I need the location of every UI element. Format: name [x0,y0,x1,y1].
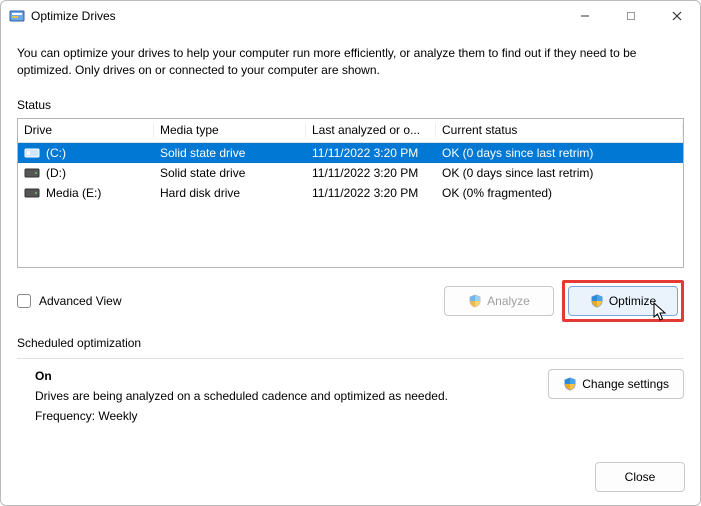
shield-icon [468,294,482,308]
drive-status: OK (0 days since last retrim) [436,166,683,180]
advanced-view-checkbox[interactable] [17,294,31,308]
titlebar: Optimize Drives [1,1,700,31]
change-settings-button[interactable]: Change settings [548,369,684,399]
shield-icon [563,377,577,391]
drive-last: 11/11/2022 3:20 PM [306,146,436,160]
column-header-last[interactable]: Last analyzed or o... [306,123,436,137]
optimize-label: Optimize [609,294,656,308]
drive-status: OK (0 days since last retrim) [436,146,683,160]
analyze-label: Analyze [487,294,530,308]
divider [17,358,684,359]
hdd-icon [24,167,40,179]
drive-last: 11/11/2022 3:20 PM [306,186,436,200]
close-button[interactable]: Close [595,462,685,492]
minimize-button[interactable] [562,1,608,31]
description-text: You can optimize your drives to help you… [17,45,684,80]
drive-media: Hard disk drive [154,186,306,200]
drive-last: 11/11/2022 3:20 PM [306,166,436,180]
close-window-button[interactable] [654,1,700,31]
window-title: Optimize Drives [31,9,116,23]
drive-status: OK (0% fragmented) [436,186,683,200]
column-header-status[interactable]: Current status [436,123,683,137]
scheduled-on: On [35,369,548,383]
analyze-button[interactable]: Analyze [444,286,554,316]
maximize-button[interactable] [608,1,654,31]
drive-name: (C:) [46,146,66,160]
column-header-media[interactable]: Media type [154,123,306,137]
table-header: Drive Media type Last analyzed or o... C… [18,119,683,143]
drives-table: Drive Media type Last analyzed or o... C… [17,118,684,268]
scheduled-desc: Drives are being analyzed on a scheduled… [35,389,548,403]
scheduled-frequency: Frequency: Weekly [35,409,548,423]
table-row[interactable]: Media (E:) Hard disk drive11/11/2022 3:20… [18,183,683,203]
app-icon [9,8,25,24]
drive-name: (D:) [46,166,66,180]
shield-icon [590,294,604,308]
close-label: Close [625,470,656,484]
column-header-drive[interactable]: Drive [18,123,154,137]
drive-name: Media (E:) [46,186,101,200]
optimize-button[interactable]: Optimize [568,286,678,316]
table-row[interactable]: (C:) Solid state drive11/11/2022 3:20 PMO… [18,143,683,163]
scheduled-section-label: Scheduled optimization [17,336,684,350]
hdd-icon [24,187,40,199]
advanced-view-label[interactable]: Advanced View [39,294,122,308]
drive-media: Solid state drive [154,166,306,180]
status-label: Status [17,98,684,112]
drive-media: Solid state drive [154,146,306,160]
ssd-icon [24,147,40,159]
tutorial-highlight: Optimize [562,280,684,322]
change-settings-label: Change settings [582,377,669,391]
table-row[interactable]: (D:) Solid state drive11/11/2022 3:20 PMO… [18,163,683,183]
